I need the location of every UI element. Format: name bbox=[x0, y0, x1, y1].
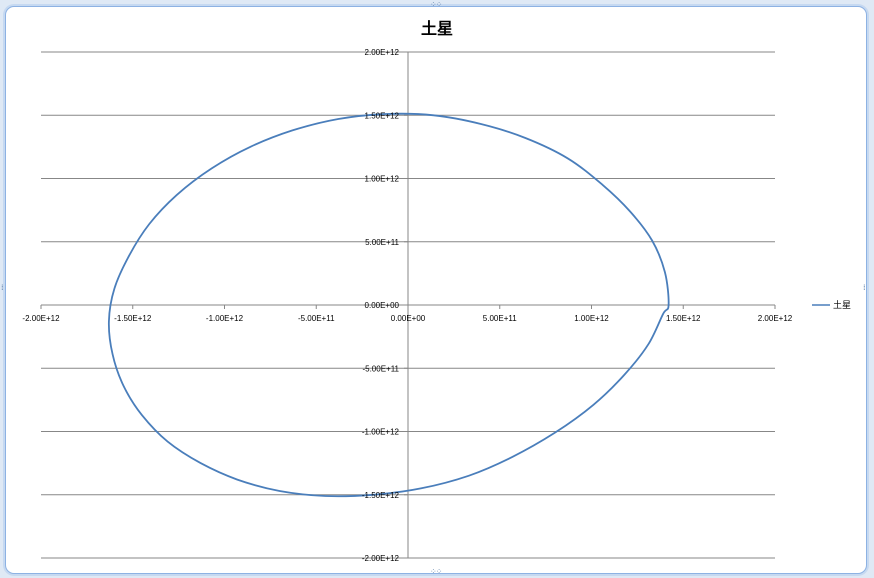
x-tick-label: 1.50E+12 bbox=[666, 314, 701, 323]
chart-title: 土星 bbox=[421, 19, 453, 38]
y-tick-label: 1.00E+12 bbox=[365, 175, 400, 184]
x-tick-label: 1.00E+12 bbox=[574, 314, 609, 323]
x-tick-label: 2.00E+12 bbox=[758, 314, 793, 323]
x-tick-label: 0.00E+00 bbox=[391, 314, 426, 323]
y-tick-label: -1.00E+12 bbox=[362, 428, 400, 437]
x-tick-label: -1.50E+12 bbox=[114, 314, 152, 323]
x-tick-label: -5.00E+11 bbox=[298, 314, 335, 323]
legend[interactable]: 土星 bbox=[812, 299, 851, 311]
y-tick-label: 2.00E+12 bbox=[365, 48, 400, 57]
y-tick-label: -5.00E+11 bbox=[362, 364, 399, 373]
x-tick-label: -2.00E+12 bbox=[22, 314, 60, 323]
y-tick-label: 5.00E+11 bbox=[365, 238, 399, 247]
y-tick-label: 1.50E+12 bbox=[365, 111, 400, 120]
y-tick-label: -1.50E+12 bbox=[362, 491, 400, 500]
x-tick-label: 5.00E+11 bbox=[483, 314, 517, 323]
y-tick-label: -2.00E+12 bbox=[362, 554, 400, 563]
x-tick-label: -1.00E+12 bbox=[206, 314, 244, 323]
legend-label: 土星 bbox=[833, 299, 851, 311]
axes bbox=[40, 51, 776, 559]
y-tick-label: 0.00E+00 bbox=[365, 301, 400, 310]
chart-canvas: 土星 2.00E+12 1.50E+12 1.00E+12 5.00E+11 0.00E… bbox=[22, 19, 851, 563]
